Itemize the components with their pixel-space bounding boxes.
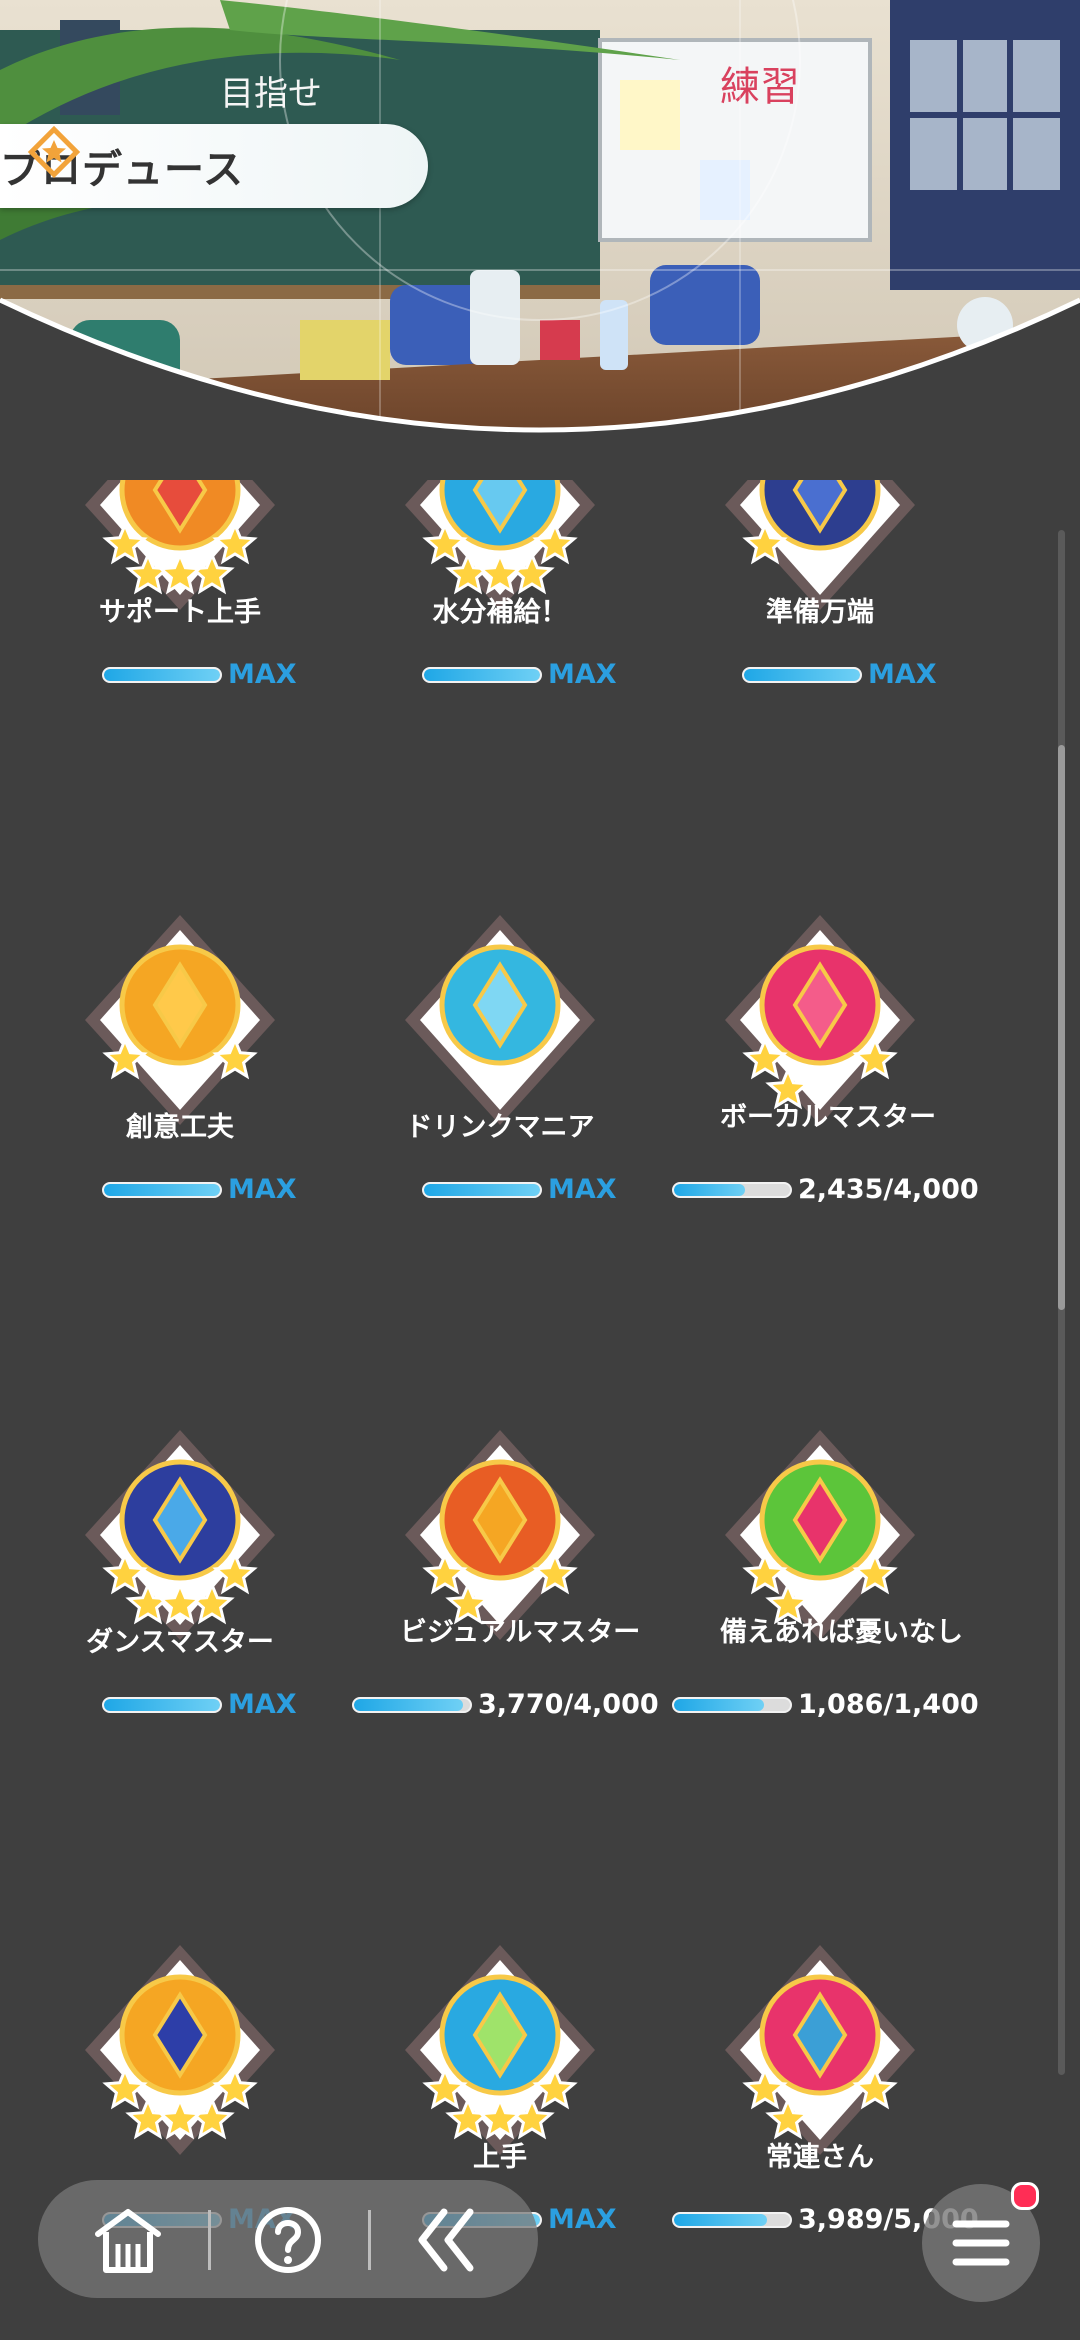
achievement-badge — [400, 1940, 600, 2170]
achievement-progress: 3,770/4,000 — [340, 1690, 660, 1720]
svg-text:練習: 練習 — [720, 64, 800, 110]
achievement-progress: MAX — [20, 660, 340, 690]
max-label: MAX — [548, 2204, 617, 2235]
max-label: MAX — [228, 1174, 297, 1205]
max-label: MAX — [548, 659, 617, 690]
progress-bar-fill — [354, 1699, 464, 1711]
achievement-card[interactable]: ビジュアルマスター 3,770/4,000 — [340, 1425, 660, 1755]
achievement-progress: MAX — [340, 660, 660, 690]
max-label: MAX — [548, 1174, 617, 1205]
classroom-background-image: 目指せ 練習 — [0, 0, 1080, 480]
progress-bar-fill — [674, 1184, 745, 1196]
max-label: MAX — [228, 1689, 297, 1720]
achievement-card[interactable]: サポート上手 MAX — [20, 480, 340, 725]
progress-bar-fill — [424, 669, 540, 681]
bottom-nav-bar — [38, 2180, 538, 2298]
progress-count: 3,770/4,000 — [478, 1689, 659, 1720]
progress-bar-fill — [674, 1699, 765, 1711]
achievement-progress: MAX — [20, 1175, 340, 1205]
progress-bar — [102, 1697, 222, 1713]
achievement-card[interactable]: ボーカルマスター 2,435/4,000 — [660, 910, 980, 1240]
progress-bar-fill — [104, 1184, 220, 1196]
achievement-name: ダンスマスター — [86, 1627, 274, 1658]
back-button[interactable] — [408, 2200, 488, 2280]
progress-bar-fill — [744, 669, 860, 681]
header-banner: 目指せ 練習 プロデュース — [0, 0, 1080, 480]
achievement-list[interactable]: サポート上手 MAX 水分補給！ MAX 準備万端 MAX 創意工夫 MAX ドリンクマニア MA… — [0, 480, 1080, 2340]
progress-bar — [672, 1697, 792, 1713]
achievement-badge — [80, 910, 280, 1140]
progress-bar — [422, 667, 542, 683]
achievement-card[interactable]: 備えあれば憂いなし 1,086/1,400 — [660, 1425, 980, 1755]
achievement-card[interactable]: 創意工夫 MAX — [20, 910, 340, 1240]
achievement-name: 備えあれば憂いなし — [720, 1617, 963, 1648]
ball-emblem-icon — [405, 1945, 595, 2155]
max-label: MAX — [868, 659, 937, 690]
drink-emblem-icon — [405, 915, 595, 1125]
notification-dot — [1011, 2182, 1039, 2210]
achievement-progress: MAX — [660, 660, 980, 690]
progress-bar — [672, 2212, 792, 2228]
achievement-name: 上手 — [473, 2142, 527, 2173]
achievement-badge — [720, 1940, 920, 2170]
progress-bar — [102, 1182, 222, 1198]
progress-bar-fill — [104, 1699, 220, 1711]
star-hat-emblem-icon — [85, 1945, 275, 2155]
achievement-progress: MAX — [20, 1690, 340, 1720]
achievement-badge — [400, 910, 600, 1140]
progress-bar — [742, 667, 862, 683]
achievement-card[interactable]: 水分補給！ MAX — [340, 480, 660, 725]
progress-count: 2,435/4,000 — [798, 1174, 979, 1205]
achievement-name: 創意工夫 — [126, 1112, 234, 1143]
achievement-name: 水分補給！ — [432, 597, 568, 628]
dance-emblem-icon — [85, 1430, 275, 1640]
achievement-card[interactable]: ドリンクマニア MAX — [340, 910, 660, 1240]
double-chevron-left-icon — [418, 2208, 474, 2272]
achievement-card[interactable]: ダンスマスター MAX — [20, 1425, 340, 1755]
bulb-emblem-icon — [85, 915, 275, 1125]
progress-bar-fill — [674, 2214, 767, 2226]
progress-bar — [352, 1697, 472, 1713]
achievement-name: ボーカルマスター — [720, 1102, 936, 1133]
help-icon — [255, 2207, 321, 2273]
progress-count: 1,086/1,400 — [798, 1689, 979, 1720]
progress-bar-fill — [104, 669, 220, 681]
achievement-badge — [80, 1940, 280, 2170]
nav-separator — [208, 2210, 211, 2270]
home-button[interactable] — [88, 2200, 168, 2280]
nav-separator — [368, 2210, 371, 2270]
progress-bar — [672, 1182, 792, 1198]
achievement-progress: 2,435/4,000 — [660, 1175, 980, 1205]
achievement-badge — [80, 1425, 280, 1655]
home-icon — [95, 2209, 161, 2273]
progress-bar — [102, 667, 222, 683]
achievement-name: ビジュアルマスター — [400, 1617, 641, 1648]
progress-bar — [422, 1182, 542, 1198]
achievement-progress: 1,086/1,400 — [660, 1690, 980, 1720]
scrollbar-thumb[interactable] — [1058, 745, 1065, 1310]
svg-text:目指せ: 目指せ — [220, 74, 322, 114]
progress-bar-fill — [424, 1184, 540, 1196]
achievement-progress: MAX — [340, 1175, 660, 1205]
achievement-name: 常連さん — [766, 2142, 874, 2173]
max-label: MAX — [228, 659, 297, 690]
star-badge-icon — [27, 125, 81, 179]
rose-emblem-icon — [725, 1945, 915, 2155]
page-title-pill: プロデュース — [0, 124, 428, 208]
achievement-name: サポート上手 — [99, 597, 261, 628]
achievement-card[interactable]: 準備万端 MAX — [660, 480, 980, 725]
help-button[interactable] — [248, 2200, 328, 2280]
achievement-name: 準備万端 — [766, 597, 874, 628]
achievement-name: ドリンクマニア — [405, 1112, 595, 1143]
